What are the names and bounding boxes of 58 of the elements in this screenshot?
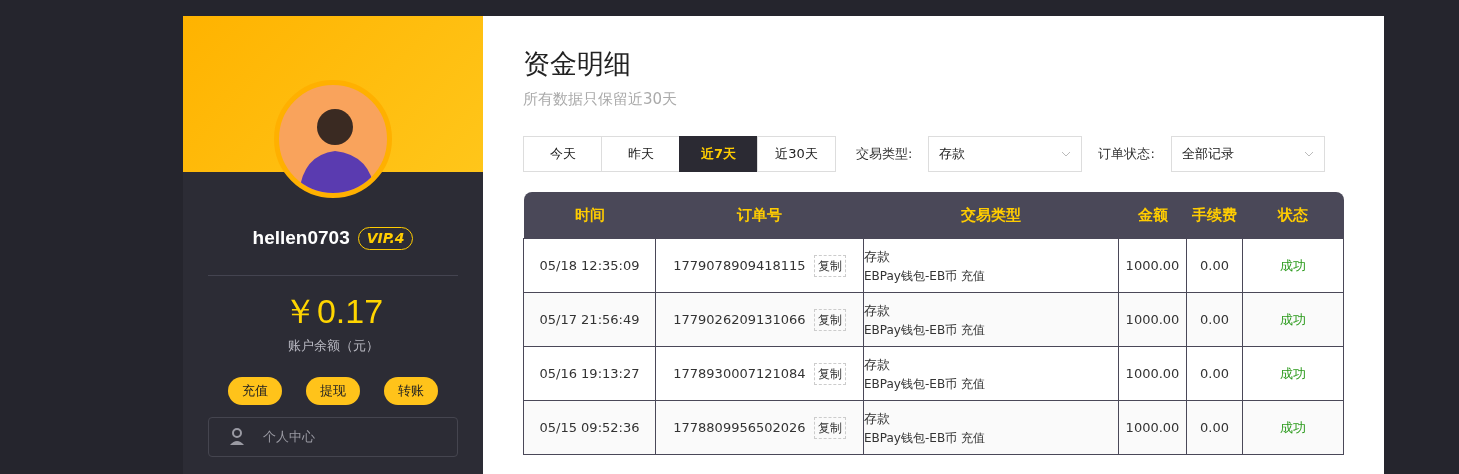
copy-button[interactable]: 复制 (813, 416, 846, 439)
table-cell: 0.00 (1186, 346, 1243, 401)
table-cell: 0.00 (1186, 238, 1243, 293)
transaction-type: 存款 (864, 248, 891, 267)
filter-label: 订单状态: (1098, 145, 1155, 164)
order-number: 1778930007121084 (673, 365, 806, 381)
copy-button[interactable]: 复制 (813, 254, 846, 277)
order-number: 1779078909418115 (673, 257, 806, 273)
table-cell: 05/18 12:35:09 (523, 238, 656, 293)
table-cell: 1000.00 (1118, 346, 1187, 401)
transaction-type: 存款 (864, 302, 891, 321)
transaction-type: 存款 (864, 410, 891, 429)
range-tab[interactable]: 今天 (523, 135, 602, 172)
range-tab[interactable]: 昨天 (601, 135, 680, 172)
transaction-detail: EBPay钱包-EB币 充值 (864, 267, 986, 285)
table-cell: 05/17 21:56:49 (523, 292, 656, 347)
chevron-down-icon (1303, 150, 1314, 157)
username: hellen0703 (252, 226, 350, 250)
status-text: 成功 (1280, 366, 1306, 382)
column-header: 手续费 (1186, 191, 1243, 239)
copy-button[interactable]: 复制 (813, 362, 846, 385)
table-cell: 0.00 (1186, 400, 1243, 455)
table-cell: 0.00 (1186, 292, 1243, 347)
order-number: 1779026209131066 (673, 311, 806, 327)
table-cell: 1000.00 (1118, 400, 1187, 455)
balance-amount: ￥0.17 (282, 293, 384, 328)
table-cell: 1000.00 (1118, 292, 1187, 347)
status-text: 成功 (1280, 312, 1306, 328)
status-text: 成功 (1280, 420, 1306, 436)
range-tab[interactable]: 近30天 (757, 135, 836, 172)
menu-item[interactable]: 个人中心 (208, 416, 458, 457)
person-icon (229, 427, 245, 446)
chevron-down-icon (1061, 150, 1072, 157)
action-button[interactable]: 充值 (228, 377, 282, 405)
table-cell: 05/16 19:13:27 (523, 346, 656, 401)
action-button[interactable]: 提现 (306, 377, 360, 405)
transaction-detail: EBPay钱包-EB币 充值 (864, 375, 986, 393)
transaction-detail: EBPay钱包-EB币 充值 (864, 321, 986, 339)
column-header: 状态 (1242, 191, 1344, 239)
order-number: 1778809956502026 (673, 419, 806, 435)
status-text: 成功 (1280, 258, 1306, 274)
column-header: 时间 (523, 191, 656, 239)
filter-label: 交易类型: (856, 145, 913, 164)
column-header: 交易类型 (863, 191, 1119, 239)
table-cell: 1000.00 (1118, 238, 1187, 293)
select-field[interactable]: 全部记录 (1170, 135, 1325, 172)
table-cell: 05/15 09:52:36 (523, 400, 656, 455)
page-title: 资金明细 (523, 48, 632, 81)
balance-label: 账户余额（元） (287, 336, 379, 355)
column-header: 订单号 (655, 191, 864, 239)
range-tab[interactable]: 近7天 (679, 135, 758, 172)
copy-button[interactable]: 复制 (813, 308, 846, 331)
select-field[interactable]: 存款 (928, 135, 1083, 172)
transaction-type: 存款 (864, 356, 891, 375)
transaction-detail: EBPay钱包-EB币 充值 (864, 429, 986, 447)
column-header: 金额 (1118, 191, 1187, 239)
page-subtitle: 所有数据只保留近30天 (523, 89, 679, 111)
action-button[interactable]: 转账 (384, 377, 438, 405)
